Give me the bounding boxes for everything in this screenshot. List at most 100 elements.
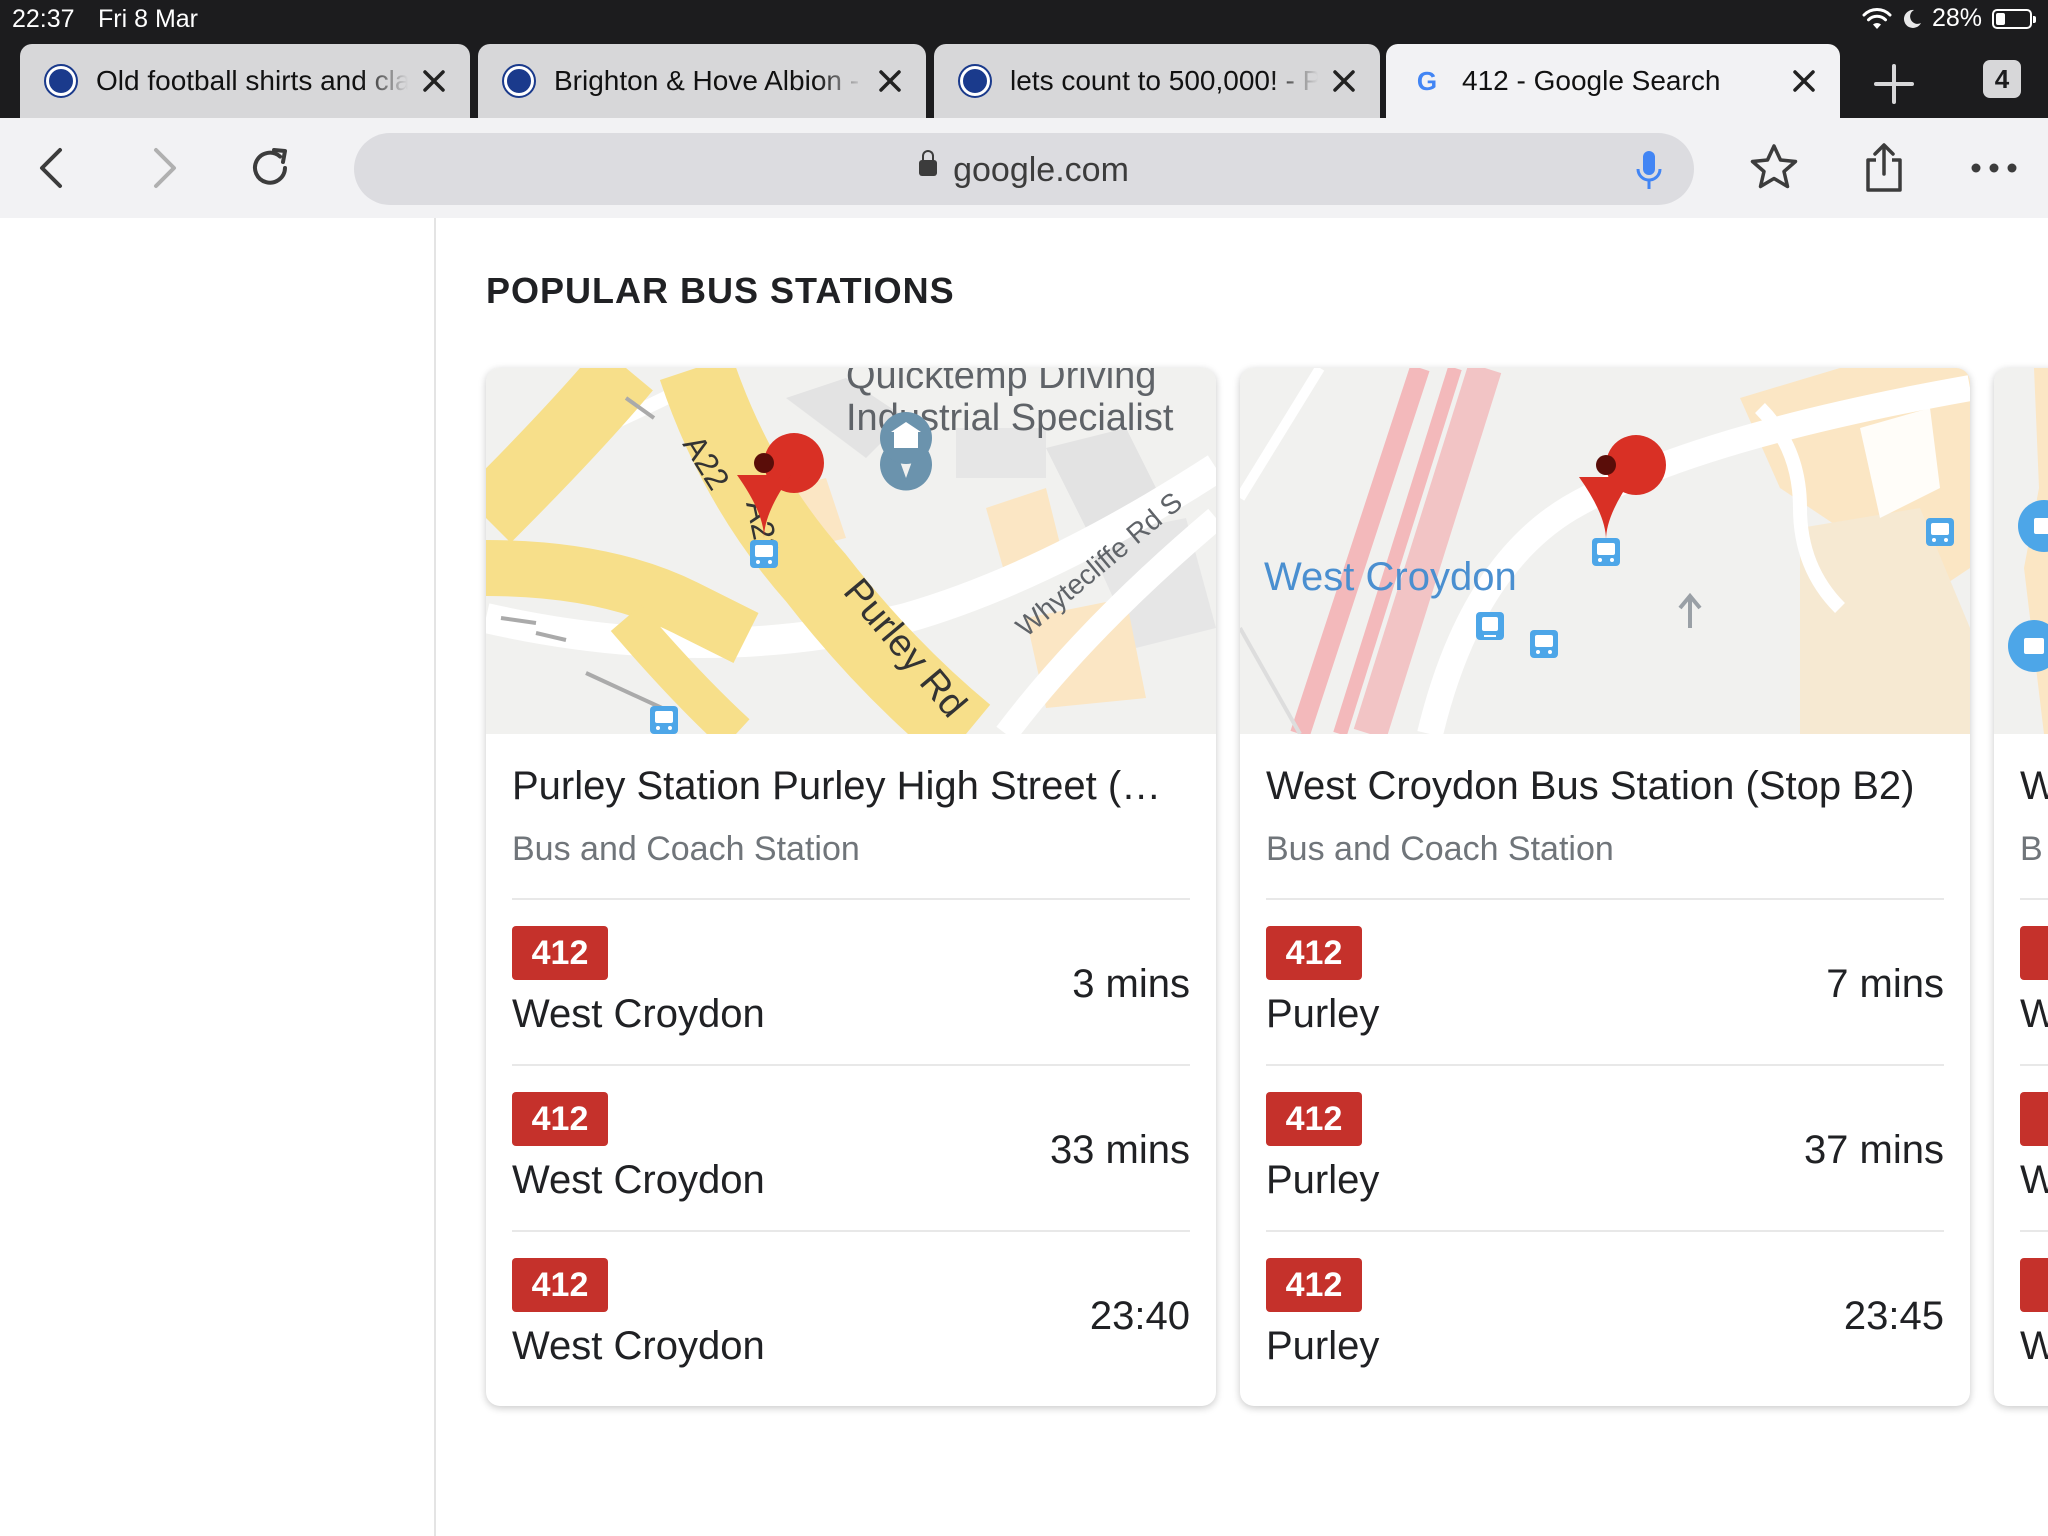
moon-icon bbox=[1903, 9, 1921, 28]
close-icon[interactable] bbox=[876, 67, 904, 95]
departure-destination: Purley bbox=[1266, 1324, 1380, 1368]
departure-destination: W bbox=[2020, 992, 2048, 1036]
station-card-purley[interactable]: Quicktemp Driving Industrial Specialist … bbox=[486, 368, 1216, 1406]
station-type: Bus and Coach Station bbox=[1266, 830, 1614, 868]
departure-destination: W bbox=[2020, 1324, 2048, 1368]
brighton-crest-icon bbox=[44, 64, 78, 98]
departure-destination: West Croydon bbox=[512, 1158, 765, 1202]
departure-row[interactable]: 4 W bbox=[2020, 926, 2048, 1092]
departure-time: 23:45 bbox=[1843, 1294, 1944, 1338]
map-label-place-1: Quicktemp Driving bbox=[846, 368, 1156, 397]
route-badge: 4 bbox=[2020, 1092, 2048, 1146]
departure-row[interactable]: 412 Purley 23:45 bbox=[1266, 1258, 1944, 1406]
microphone-icon[interactable] bbox=[1634, 149, 1664, 191]
departure-destination: West Croydon bbox=[512, 1324, 765, 1368]
section-title: POPULAR BUS STATIONS bbox=[486, 270, 955, 311]
tab-title: Brighton & Hove Albion - bbox=[554, 65, 860, 96]
google-g-icon: G bbox=[1416, 66, 1438, 96]
bus-stop-icon bbox=[1592, 538, 1620, 566]
battery-percent: 28% bbox=[1931, 4, 1982, 32]
status-date: Fri 8 Mar bbox=[98, 5, 198, 33]
divider bbox=[1266, 1230, 1944, 1232]
divider bbox=[512, 1230, 1190, 1232]
close-icon[interactable] bbox=[420, 67, 448, 95]
station-card-partial[interactable]: W B 4 W 4 W 4 W bbox=[1994, 368, 2048, 1406]
departure-destination: Purley bbox=[1266, 1158, 1380, 1202]
forward-icon[interactable] bbox=[136, 142, 188, 194]
tab-count-button[interactable]: 4 bbox=[1983, 60, 2021, 98]
status-right: 28% bbox=[1862, 4, 2036, 33]
divider bbox=[2020, 898, 2048, 900]
departure-time: 33 mins bbox=[1049, 1128, 1190, 1172]
close-icon[interactable] bbox=[1790, 67, 1818, 95]
departure-time: 7 mins bbox=[1826, 962, 1944, 1006]
bus-stop-icon bbox=[650, 706, 678, 734]
station-card-west-croydon[interactable]: West Croydon West Croydon Bus Station (S… bbox=[1240, 368, 1970, 1406]
departure-destination: W bbox=[2020, 1158, 2048, 1202]
tab-strip: Old football shirts and cla Brighton & H… bbox=[0, 40, 2048, 118]
url-text: google.com bbox=[953, 151, 1129, 189]
bus-stop-icon bbox=[1530, 630, 1558, 658]
new-tab-plus-icon[interactable] bbox=[1872, 62, 1916, 106]
lock-icon bbox=[919, 150, 938, 177]
route-badge: 412 bbox=[512, 1092, 608, 1146]
brighton-crest-icon bbox=[958, 64, 992, 98]
more-menu-icon[interactable] bbox=[1968, 142, 2020, 194]
close-icon[interactable] bbox=[1330, 67, 1358, 95]
departure-row[interactable]: 4 W bbox=[2020, 1092, 2048, 1258]
station-map[interactable] bbox=[1994, 368, 2048, 734]
station-name[interactable]: West Croydon Bus Station (Stop B2) bbox=[1266, 764, 1956, 809]
status-time: 22:37 bbox=[12, 5, 75, 33]
wifi-icon bbox=[1862, 7, 1892, 29]
route-badge: 412 bbox=[512, 1258, 608, 1312]
station-map[interactable]: Quicktemp Driving Industrial Specialist … bbox=[486, 368, 1216, 734]
tab-412-google-search[interactable]: G 412 - Google Search bbox=[1386, 44, 1840, 118]
brighton-crest-icon bbox=[502, 64, 536, 98]
departure-row[interactable]: 412 West Croydon 3 mins bbox=[512, 926, 1190, 1092]
bus-stop-icon bbox=[1926, 518, 1954, 546]
tab-brighton-hove-albion[interactable]: Brighton & Hove Albion - bbox=[478, 44, 926, 118]
departure-row[interactable]: 412 West Croydon 23:40 bbox=[512, 1258, 1190, 1406]
departure-row[interactable]: 412 Purley 37 mins bbox=[1266, 1092, 1944, 1258]
route-badge: 412 bbox=[1266, 1092, 1362, 1146]
departure-row[interactable]: 412 West Croydon 33 mins bbox=[512, 1092, 1190, 1258]
route-badge: 412 bbox=[512, 926, 608, 980]
divider bbox=[1266, 1064, 1944, 1066]
departure-time: 3 mins bbox=[1072, 962, 1190, 1006]
divider bbox=[1266, 898, 1944, 900]
status-bar: 22:37 Fri 8 Mar 28% bbox=[0, 0, 2048, 40]
route-badge: 4 bbox=[2020, 1258, 2048, 1312]
battery-icon bbox=[1992, 8, 2036, 29]
browser-toolbar: google.com bbox=[0, 118, 2048, 218]
address-bar[interactable]: google.com bbox=[354, 133, 1694, 205]
station-name[interactable]: W bbox=[2020, 764, 2048, 809]
departure-time: 37 mins bbox=[1803, 1128, 1944, 1172]
route-badge: 4 bbox=[2020, 926, 2048, 980]
divider bbox=[2020, 1064, 2048, 1066]
map-label-place-1: West Croydon bbox=[1264, 555, 1517, 599]
station-type: Bus and Coach Station bbox=[512, 830, 860, 868]
bookmark-star-icon[interactable] bbox=[1748, 142, 1800, 194]
tab-title: Old football shirts and cla bbox=[96, 65, 408, 96]
route-badge: 412 bbox=[1266, 1258, 1362, 1312]
battery-fill bbox=[1996, 12, 2005, 25]
departure-destination: West Croydon bbox=[512, 992, 765, 1036]
address-url: google.com bbox=[354, 150, 1694, 190]
divider bbox=[512, 898, 1190, 900]
content-left-border bbox=[434, 218, 436, 1536]
departure-row[interactable]: 4 W bbox=[2020, 1258, 2048, 1406]
tab-title: 412 - Google Search bbox=[1462, 65, 1721, 96]
departure-destination: Purley bbox=[1266, 992, 1380, 1036]
station-map[interactable]: West Croydon bbox=[1240, 368, 1970, 734]
departure-row[interactable]: 412 Purley 7 mins bbox=[1266, 926, 1944, 1092]
station-name[interactable]: Purley Station Purley High Street (… bbox=[512, 764, 1202, 809]
museum-poi-icon bbox=[880, 412, 932, 491]
back-icon[interactable] bbox=[28, 142, 80, 194]
tram-stop-icon bbox=[1476, 612, 1504, 640]
tab-lets-count[interactable]: lets count to 500,000! - Pa bbox=[934, 44, 1380, 118]
tab-old-football-shirts[interactable]: Old football shirts and cla bbox=[20, 44, 470, 118]
tab-title: lets count to 500,000! - Pa bbox=[1010, 65, 1318, 96]
divider bbox=[512, 1064, 1190, 1066]
share-icon[interactable] bbox=[1858, 142, 1910, 194]
reload-icon[interactable] bbox=[244, 142, 296, 194]
